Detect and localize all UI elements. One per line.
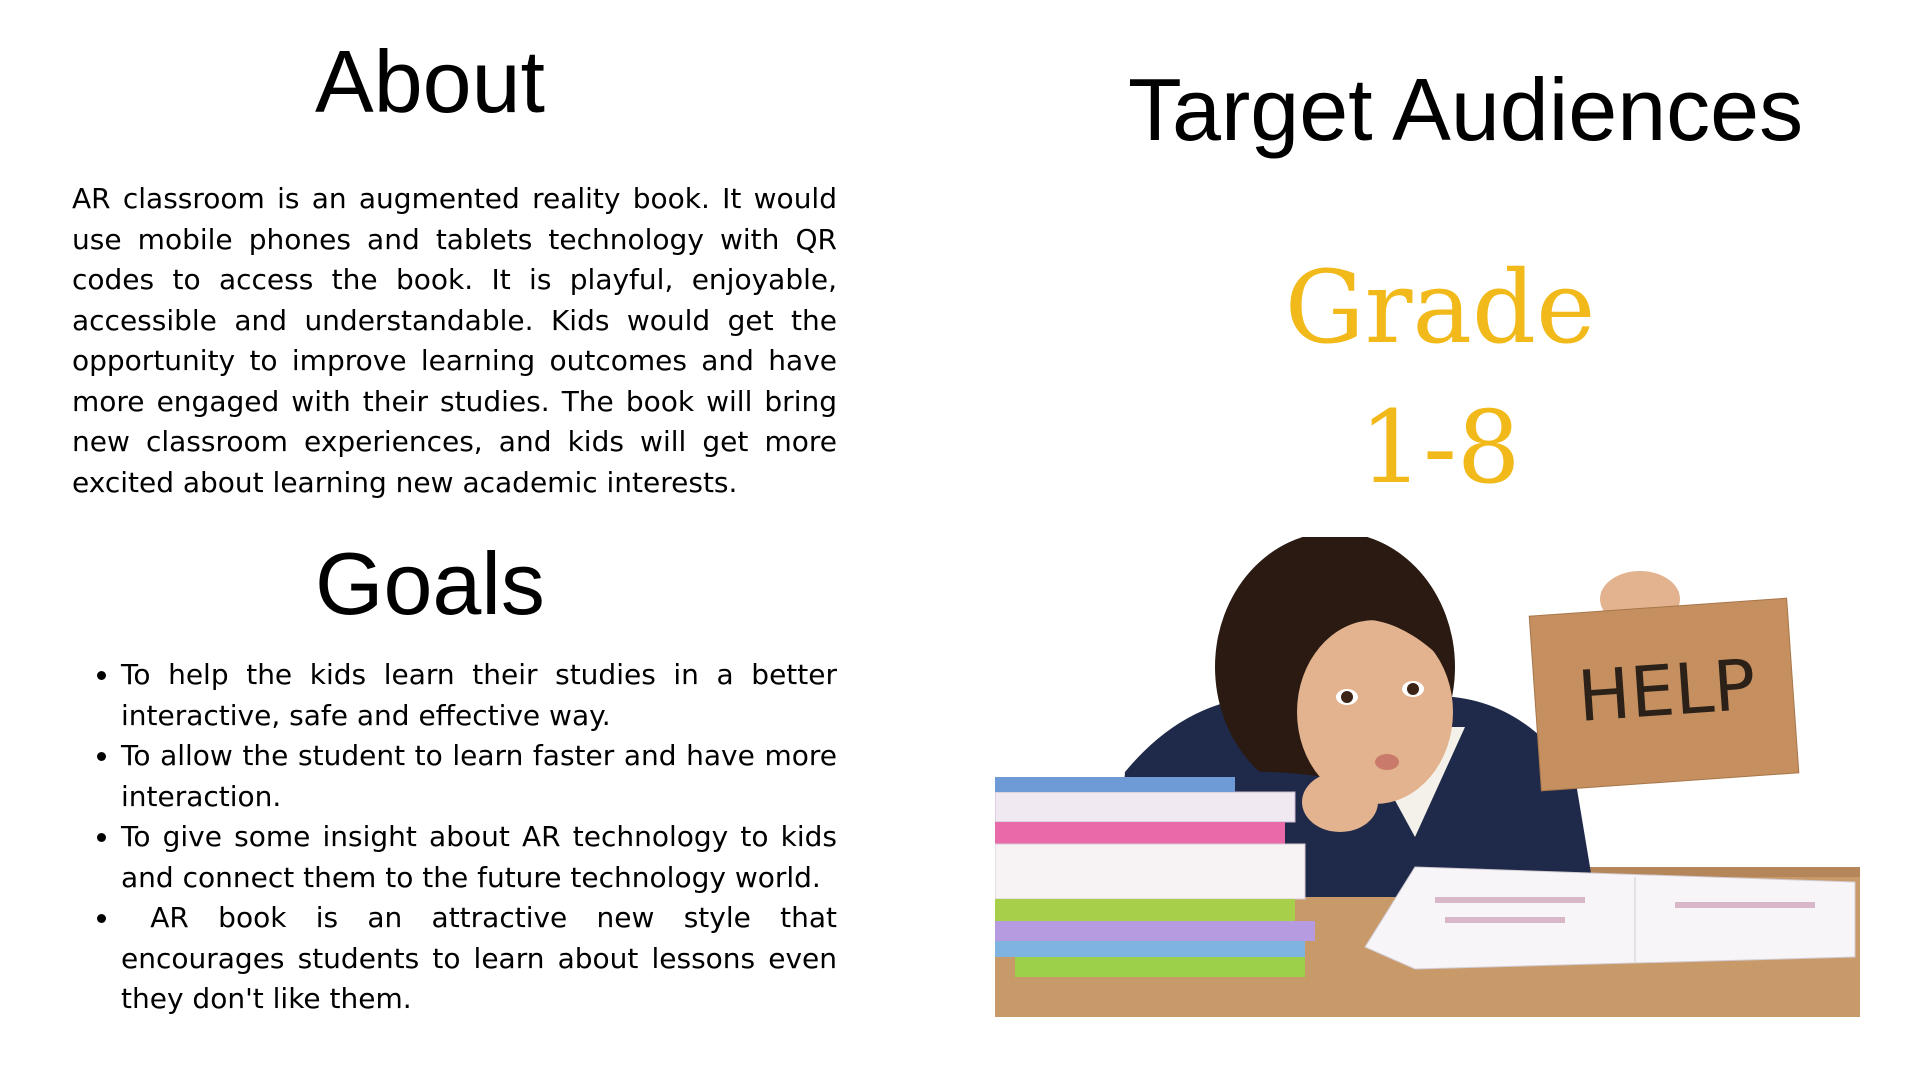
help-sign: HELP: [1528, 597, 1800, 792]
grade-label: Grade: [1284, 249, 1596, 366]
about-heading: About: [315, 32, 545, 131]
open-book: [1364, 866, 1856, 970]
help-sign-text: HELP: [1575, 644, 1758, 738]
target-audiences-heading: Target Audiences: [1128, 60, 1804, 159]
grade-range: 1-8: [1359, 389, 1521, 506]
goal-item: To help the kids learn their studies in …: [121, 655, 837, 736]
goal-item: To give some insight about AR technology…: [121, 817, 837, 898]
goals-list: To help the kids learn their studies in …: [72, 655, 837, 1020]
goal-item: AR book is an attractive new style that …: [121, 898, 837, 1020]
book-stack: [995, 777, 1315, 977]
about-paragraph: AR classroom is an augmented reality boo…: [72, 182, 837, 499]
goals-heading: Goals: [315, 534, 545, 633]
goal-item: To allow the student to learn faster and…: [121, 736, 837, 817]
student-help-photo: HELP: [995, 537, 1860, 1017]
